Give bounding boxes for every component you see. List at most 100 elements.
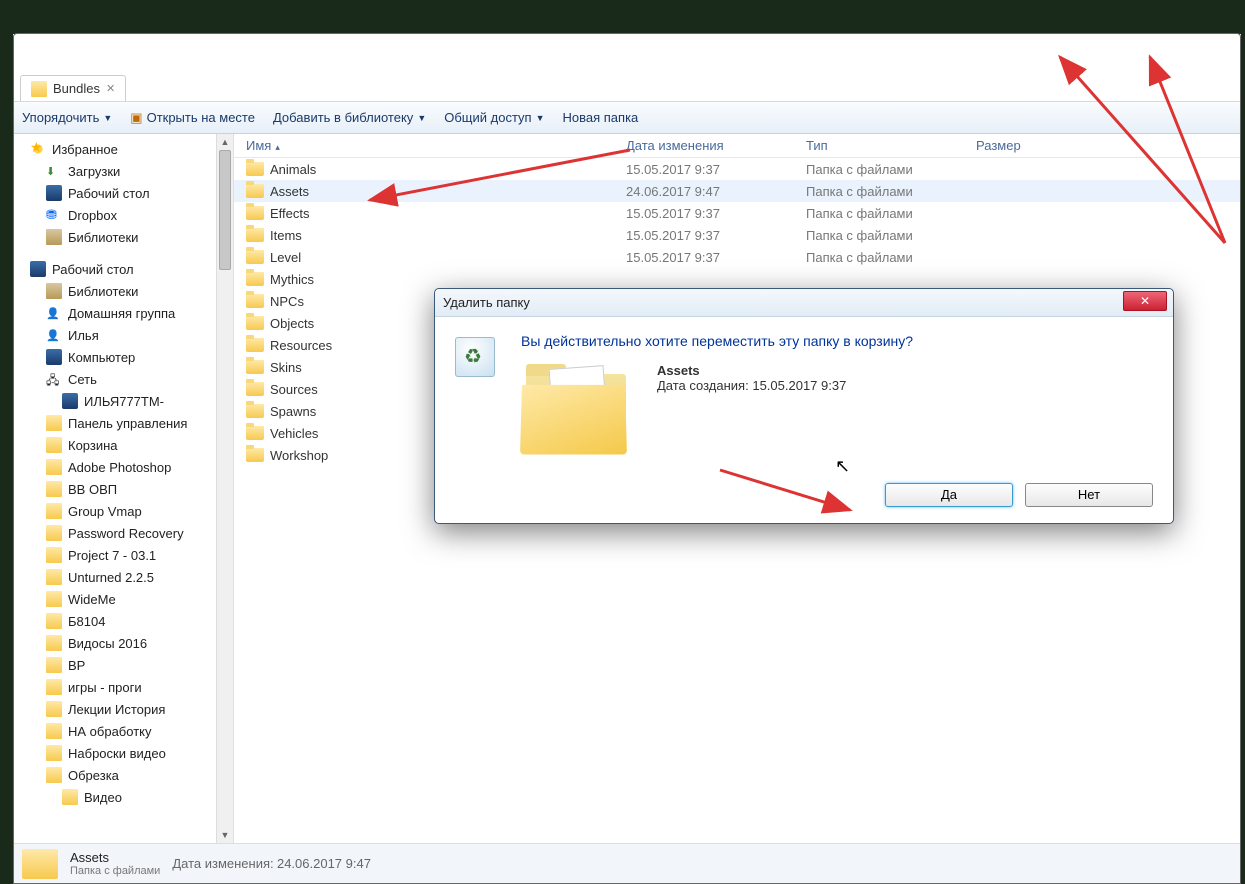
folder-icon <box>46 613 62 629</box>
tree-item[interactable]: Корзина <box>14 434 233 456</box>
folder-icon <box>246 448 264 462</box>
tree-item[interactable]: WideMe <box>14 588 233 610</box>
tree-item[interactable]: Избранное <box>14 138 233 160</box>
star-icon <box>30 141 46 157</box>
tree-item[interactable]: Видео <box>14 786 233 808</box>
scroll-down-button[interactable]: ▼ <box>217 827 233 843</box>
folder-icon <box>246 426 264 440</box>
file-row[interactable]: Assets24.06.2017 9:47Папка с файлами <box>234 180 1240 202</box>
folder-icon <box>46 591 62 607</box>
tree-item[interactable]: Илья <box>14 324 233 346</box>
tree-item[interactable]: Сеть <box>14 368 233 390</box>
folder-icon <box>46 657 62 673</box>
dialog-close-button[interactable]: ✕ <box>1123 291 1167 311</box>
new-folder-button[interactable]: Новая папка <box>563 110 639 125</box>
column-type[interactable]: Тип <box>794 138 964 153</box>
tree-item[interactable]: Компьютер <box>14 346 233 368</box>
folder-icon <box>62 789 78 805</box>
file-row[interactable]: Level15.05.2017 9:37Папка с файлами <box>234 246 1240 268</box>
comp-icon <box>46 349 62 365</box>
sort-asc-icon: ▴ <box>275 142 280 152</box>
file-row[interactable]: Items15.05.2017 9:37Папка с файлами <box>234 224 1240 246</box>
dialog-question: Вы действительно хотите переместить эту … <box>521 333 1153 349</box>
tree-item[interactable]: Лекции История <box>14 698 233 720</box>
folder-icon <box>246 360 264 374</box>
tree-item[interactable]: Adobe Photoshop <box>14 456 233 478</box>
tree-item[interactable]: Библиотеки <box>14 226 233 248</box>
folder-icon <box>246 184 264 198</box>
dialog-item-info: Assets Дата создания: 15.05.2017 9:37 <box>657 359 846 393</box>
tree-item[interactable]: НА обработку <box>14 720 233 742</box>
dl-icon <box>46 163 62 179</box>
folder-icon <box>46 415 62 431</box>
tree-item[interactable]: Unturned 2.2.5 <box>14 566 233 588</box>
column-headers[interactable]: Имя▴ Дата изменения Тип Размер <box>234 134 1240 158</box>
scroll-thumb[interactable] <box>219 150 231 270</box>
chevron-down-icon: ▼ <box>417 113 426 123</box>
tree-item[interactable]: Панель управления <box>14 412 233 434</box>
folder-icon <box>246 382 264 396</box>
tree-item[interactable]: игры - проги <box>14 676 233 698</box>
folder-icon <box>246 250 264 264</box>
yes-button[interactable]: Да <box>885 483 1013 507</box>
dropbox-icon <box>46 207 62 223</box>
folder-icon <box>46 723 62 739</box>
scroll-up-button[interactable]: ▲ <box>217 134 233 150</box>
tree-item[interactable]: ИЛЬЯ777TM- <box>14 390 233 412</box>
add-to-library-button[interactable]: Добавить в библиотеку▼ <box>273 110 426 125</box>
tree-item[interactable]: Password Recovery <box>14 522 233 544</box>
toolbar: Упорядочить▼ ▣Открыть на месте Добавить … <box>14 102 1240 134</box>
no-button[interactable]: Нет <box>1025 483 1153 507</box>
comp-icon <box>62 393 78 409</box>
tree-item[interactable]: Dropbox <box>14 204 233 226</box>
organize-button[interactable]: Упорядочить▼ <box>22 110 112 125</box>
tree-item[interactable]: Домашняя группа <box>14 302 233 324</box>
tree-item[interactable]: Загрузки <box>14 160 233 182</box>
folder-icon <box>46 701 62 717</box>
user-icon <box>46 305 62 321</box>
folder-icon <box>246 228 264 242</box>
column-name[interactable]: Имя▴ <box>234 138 614 153</box>
folder-icon <box>46 525 62 541</box>
chevron-down-icon: ▼ <box>103 113 112 123</box>
user-icon <box>46 327 62 343</box>
folder-icon <box>46 569 62 585</box>
column-date[interactable]: Дата изменения <box>614 138 794 153</box>
folder-icon <box>46 679 62 695</box>
folder-icon <box>246 316 264 330</box>
folder-icon <box>246 294 264 308</box>
tree-item[interactable]: Рабочий стол <box>14 258 233 280</box>
lib-icon <box>46 283 62 299</box>
scrollbar-vertical[interactable]: ▲ ▼ <box>216 134 233 843</box>
tree-item[interactable]: Рабочий стол <box>14 182 233 204</box>
tree-item[interactable]: Видосы 2016 <box>14 632 233 654</box>
tree-item[interactable]: Библиотеки <box>14 280 233 302</box>
share-button[interactable]: Общий доступ▼ <box>444 110 544 125</box>
tree-item[interactable]: Наброски видео <box>14 742 233 764</box>
tree-item[interactable]: Project 7 - 03.1 <box>14 544 233 566</box>
tree-item[interactable]: BP <box>14 654 233 676</box>
tab-row: Bundles ✕ <box>14 74 1240 102</box>
file-row[interactable]: Effects15.05.2017 9:37Папка с файлами <box>234 202 1240 224</box>
folder-icon <box>31 81 47 97</box>
tree-item[interactable]: Обрезка <box>14 764 233 786</box>
folder-icon <box>46 745 62 761</box>
tab-bundles[interactable]: Bundles ✕ <box>20 75 126 101</box>
folder-icon <box>46 767 62 783</box>
folder-icon <box>246 404 264 418</box>
file-row[interactable]: Animals15.05.2017 9:37Папка с файлами <box>234 158 1240 180</box>
column-size[interactable]: Размер <box>964 138 1240 153</box>
folder-icon <box>46 459 62 475</box>
folder-icon <box>46 437 62 453</box>
open-button[interactable]: ▣Открыть на месте <box>130 110 255 126</box>
close-icon[interactable]: ✕ <box>106 82 115 95</box>
tree-item[interactable]: BB ОВП <box>14 478 233 500</box>
tree-item[interactable]: Б8104 <box>14 610 233 632</box>
delete-folder-dialog: Удалить папку ✕ Вы действительно хотите … <box>434 288 1174 524</box>
lib-icon <box>46 229 62 245</box>
folder-icon <box>46 481 62 497</box>
net-icon <box>46 371 62 387</box>
nav-tree[interactable]: ИзбранноеЗагрузкиРабочий столDropboxБибл… <box>14 134 234 843</box>
tree-item[interactable]: Group Vmap <box>14 500 233 522</box>
file-row[interactable]: Mythics <box>234 268 1240 290</box>
